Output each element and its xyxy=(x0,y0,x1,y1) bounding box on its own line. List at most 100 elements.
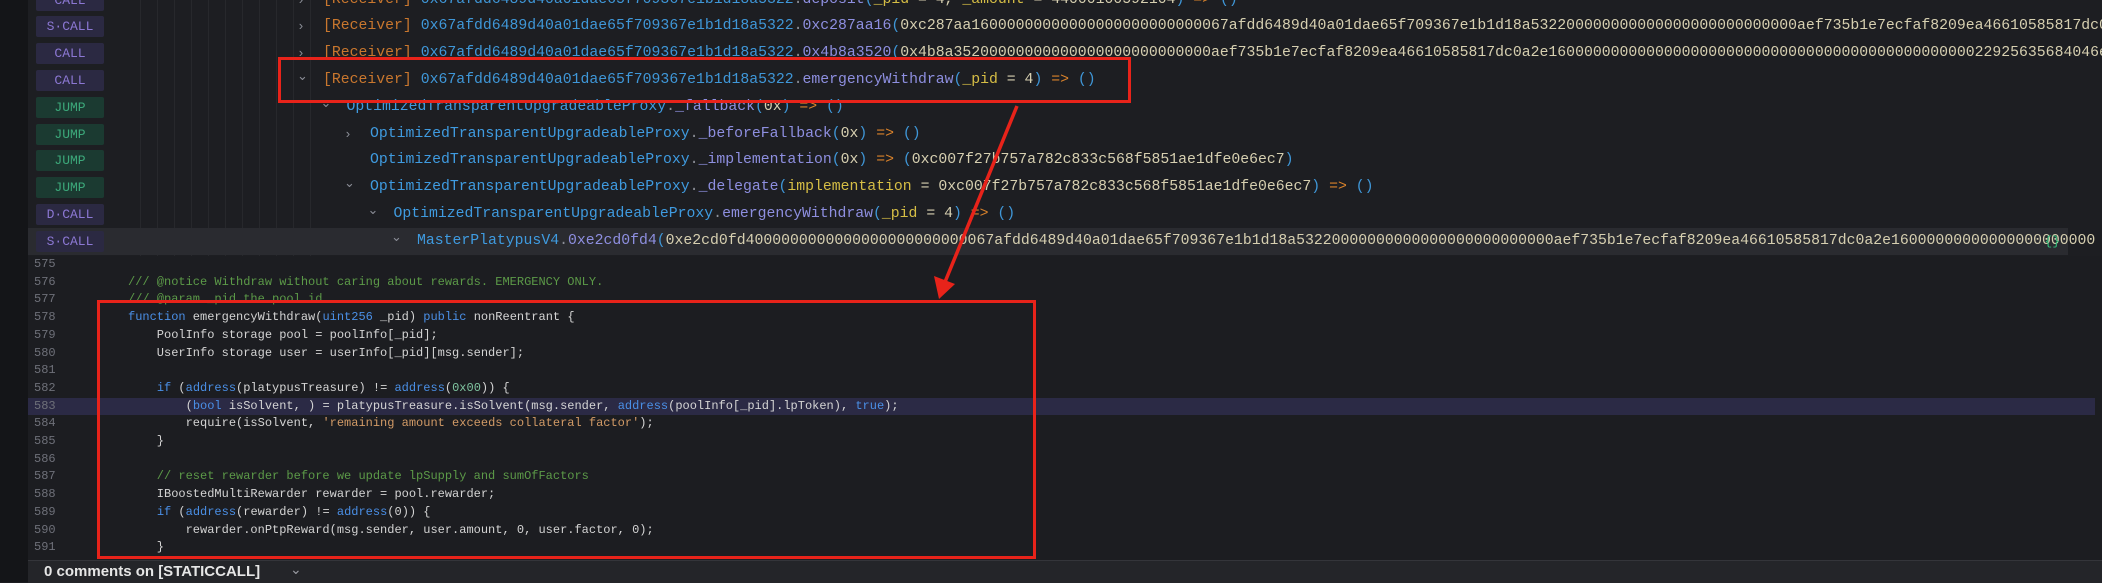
trace-token-paren: () xyxy=(1346,179,1374,196)
call-type-badge: CALL xyxy=(36,69,104,91)
trace-token-paren: ( xyxy=(831,125,841,142)
trace-token-recv: [Receiver] xyxy=(323,18,421,35)
code-line: 582 if (address(platypusTreasure) != add… xyxy=(28,380,2095,398)
code-token-id: (platypusTreasure) != xyxy=(236,380,395,395)
trace-token-paren: () xyxy=(988,205,1016,222)
right-chevron-icon[interactable]: › xyxy=(344,121,352,148)
code-token-id: _pid) xyxy=(372,310,424,325)
trace-token-arrow: => xyxy=(876,152,894,169)
line-number: 584 xyxy=(34,416,56,431)
code-line: 575 xyxy=(28,256,2095,274)
right-chevron-icon[interactable]: › xyxy=(297,40,305,67)
trace-token-param: _pid xyxy=(874,0,910,8)
call-type-badge: S·CALL xyxy=(36,16,104,38)
down-chevron-icon[interactable]: ⌄ xyxy=(391,228,402,248)
chevron-down-icon[interactable]: ⌄ xyxy=(290,561,302,578)
line-number: 581 xyxy=(34,363,56,378)
code-token-id: } xyxy=(128,434,165,448)
code-token-id: } xyxy=(128,540,165,555)
down-chevron-icon[interactable]: ⌄ xyxy=(344,174,355,194)
trace-token-arrow: => xyxy=(1329,179,1347,196)
trace-token-addr: 0x67afdd6489d40a01dae65f709367e1b1d18a53… xyxy=(421,0,794,8)
code-token-kw: if xyxy=(156,380,172,395)
trace-token-paren: ( xyxy=(873,205,882,222)
code-token-id xyxy=(128,505,157,519)
trace-token-recv: [Receiver] xyxy=(323,71,421,88)
trace-token-arrow: => xyxy=(970,205,989,222)
trace-token-punc: . xyxy=(793,18,803,35)
trace-token-contract: OptimizedTransparentUpgradeableProxy xyxy=(370,125,690,142)
code-text: /// @notice Withdraw without caring abou… xyxy=(128,274,603,292)
trace-token-fn: _delegate xyxy=(698,179,779,196)
line-number: 582 xyxy=(34,380,56,395)
down-chevron-icon[interactable]: ⌄ xyxy=(368,201,379,221)
line-number: 580 xyxy=(34,345,56,360)
code-token-kw: address xyxy=(185,504,237,519)
trace-row[interactable]: S·CALL ⌄ MasterPlatypusV4.0xe2cd0fd4(0xe2c… xyxy=(28,227,2095,255)
code-line: 577 /// @param _pid the pool id xyxy=(28,291,2095,309)
trace-token-paren: ( xyxy=(891,45,901,62)
trace-row[interactable]: JUMP OptimizedTransparentUpgradeableProxy… xyxy=(28,147,2102,174)
braces-icon[interactable]: {} xyxy=(2044,228,2060,255)
down-chevron-icon[interactable]: ⌄ xyxy=(321,94,332,114)
code-token-kw: bool xyxy=(192,398,222,413)
trace-token-val: = 4 xyxy=(997,71,1034,88)
trace-token-punc: . xyxy=(689,152,699,169)
code-token-id: rewarder.onPtpReward(msg.sender, user.am… xyxy=(128,522,654,537)
code-text: /// @param _pid the pool id xyxy=(128,291,322,309)
line-number: 578 xyxy=(34,310,56,325)
trace-row[interactable]: S·CALL › [Receiver] 0x67afdd6489d40a01dae6… xyxy=(28,13,2102,40)
trace-row[interactable]: JUMP › OptimizedTransparentUpgradeableProx… xyxy=(28,121,2102,148)
trace-token-contract: OptimizedTransparentUpgradeableProxy xyxy=(346,98,667,115)
code-text: PoolInfo storage pool = poolInfo[_pid]; xyxy=(128,327,438,345)
trace-token-recv: [Receiver] xyxy=(323,45,421,62)
line-number: 577 xyxy=(34,292,56,307)
call-type-badge: JUMP xyxy=(36,150,104,172)
trace-call-text: MasterPlatypusV4.0xe2cd0fd4(0xe2cd0fd400… xyxy=(417,228,2095,255)
trace-token-paren: ) xyxy=(952,205,971,222)
code-token-id: )) { xyxy=(480,380,510,395)
code-line: 587 // reset rewarder before we update l… xyxy=(28,468,2095,486)
trace-row[interactable]: CALL ⌄ [Receiver] 0x67afdd6489d40a01dae65f… xyxy=(28,67,2102,94)
line-number: 587 xyxy=(34,469,56,484)
trace-row[interactable]: D·CALL ⌄ OptimizedTransparentUpgradeablePr… xyxy=(28,201,2102,228)
trace-row[interactable]: JUMP ⌄ OptimizedTransparentUpgradeableProx… xyxy=(28,174,2102,201)
right-chevron-icon[interactable]: › xyxy=(297,13,305,40)
code-token-id: PoolInfo storage pool = poolInfo[_pid]; xyxy=(128,327,438,342)
trace-token-arrow: => xyxy=(1051,71,1069,88)
trace-token-fn: _fallback xyxy=(675,98,755,115)
code-token-kw: true xyxy=(855,398,885,413)
trace-token-param: implementation xyxy=(787,179,912,196)
trace-call-text: [Receiver] 0x67afdd6489d40a01dae65f70936… xyxy=(323,67,1096,94)
code-text: if (address(rewarder) != address(0)) { xyxy=(128,504,431,522)
code-text: function emergencyWithdraw(uint256 _pid)… xyxy=(128,309,575,327)
code-token-id: (0)) { xyxy=(387,504,431,519)
trace-row[interactable]: JUMP ⌄ OptimizedTransparentUpgradeableProx… xyxy=(28,94,2102,121)
trace-token-punc: . xyxy=(689,179,699,196)
comments-bar[interactable]: 0 comments on [STATICCALL] ⌄ xyxy=(28,560,2102,583)
trace-row[interactable]: CALL › [Receiver] 0x67afdd6489d40a01dae65f… xyxy=(28,40,2102,67)
code-token-id: emergencyWithdraw( xyxy=(185,310,323,325)
trace-token-val: = 44000100592104 xyxy=(1025,0,1175,8)
trace-row[interactable]: CALL › [Receiver] 0x67afdd6489d40a01dae65f… xyxy=(28,0,2102,14)
trace-call-text: [Receiver] 0x67afdd6489d40a01dae65f70936… xyxy=(323,0,1238,14)
trace-token-punc: . xyxy=(713,205,723,222)
trace-token-paren: () xyxy=(817,98,844,115)
code-token-id: ( xyxy=(128,398,193,413)
trace-token-val: 0xc007f27b757a782c833c568f5851ae1dfe0e6e… xyxy=(911,152,1285,169)
code-line: 580 UserInfo storage user = userInfo[_pi… xyxy=(28,345,2095,363)
trace-token-paren: ( xyxy=(656,232,666,249)
trace-token-fn: 0x4b8a3520 xyxy=(802,45,892,62)
line-number: 588 xyxy=(34,487,56,502)
trace-token-paren: () xyxy=(893,125,921,142)
code-line: 588 IBoostedMultiRewarder rewarder = poo… xyxy=(28,486,2095,504)
down-chevron-icon[interactable]: ⌄ xyxy=(297,67,308,87)
code-token-id: isSolvent, ) = platypusTreasure.isSolven… xyxy=(221,398,618,413)
trace-token-paren: ) xyxy=(1033,71,1052,88)
code-line: 583 (bool isSolvent, ) = platypusTreasur… xyxy=(28,397,2095,416)
trace-token-val: = 4, xyxy=(909,0,962,8)
code-token-id xyxy=(128,381,157,395)
trace-call-text: OptimizedTransparentUpgradeableProxy._im… xyxy=(370,147,1294,174)
trace-token-addr: 0x67afdd6489d40a01dae65f709367e1b1d18a53… xyxy=(420,45,794,62)
right-chevron-icon[interactable]: › xyxy=(297,0,305,14)
